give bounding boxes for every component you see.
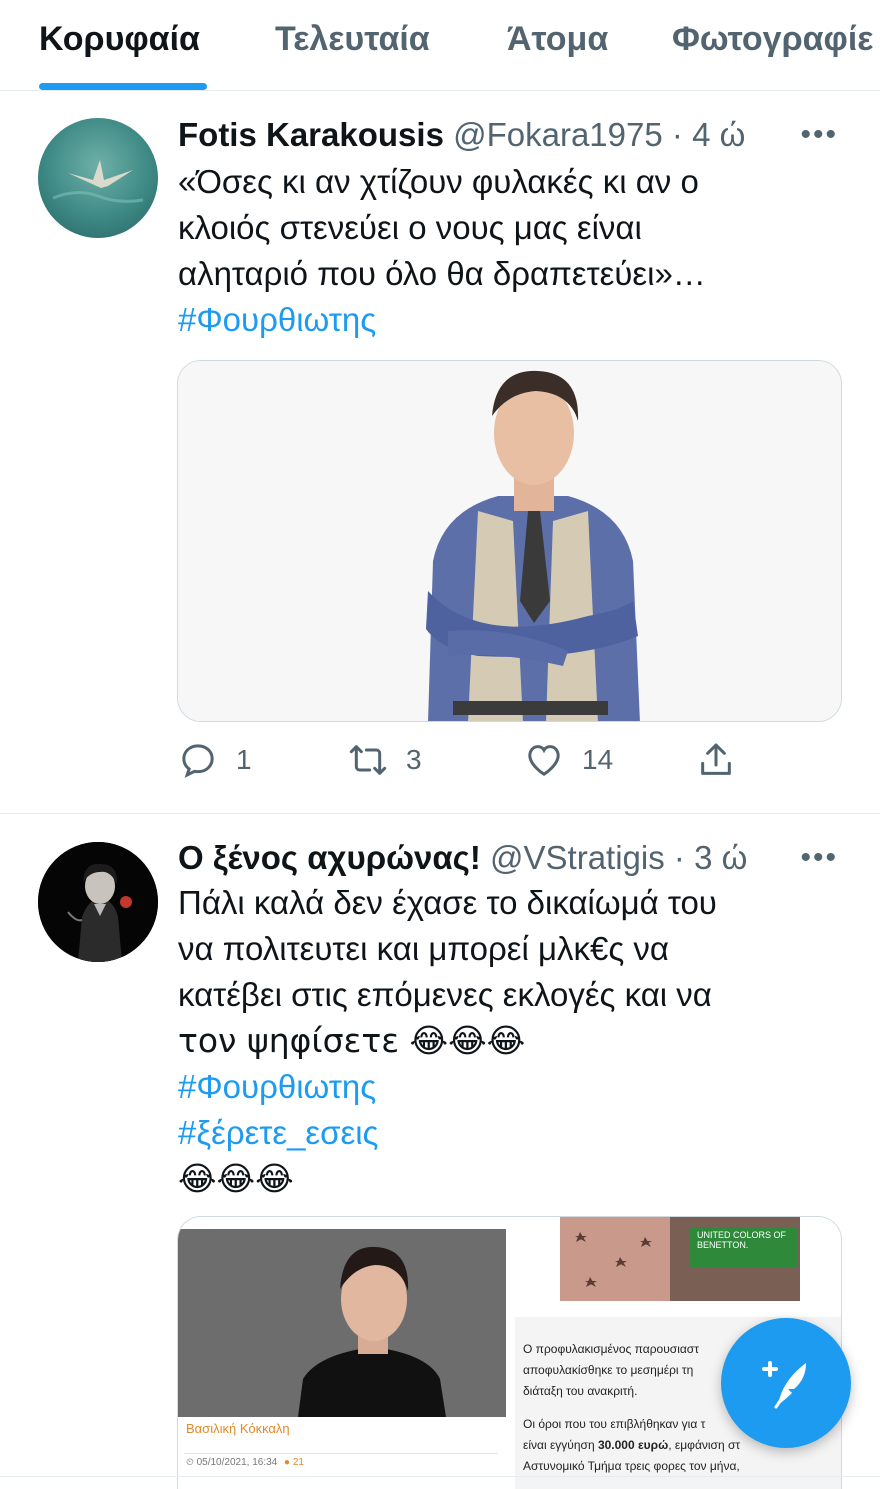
tab-people[interactable]: Άτομα bbox=[507, 20, 608, 59]
tweet-text-line: 😂😂😂 bbox=[178, 1159, 294, 1198]
tweet-text-line: «Όσες κι αν χτίζουν φυλακές κι αν ο bbox=[178, 163, 699, 200]
like-count: 14 bbox=[582, 744, 614, 775]
tweet-header: Ο ξένος αχυρώνας! @VStratigis · 3 ώ bbox=[178, 839, 747, 879]
retweet-button[interactable]: 3 bbox=[348, 740, 422, 780]
tab-top[interactable]: Κορυφαία bbox=[39, 20, 200, 59]
display-name[interactable]: Fotis Karakousis bbox=[178, 116, 444, 153]
active-tab-indicator bbox=[39, 83, 207, 90]
compose-tweet-icon bbox=[762, 1361, 806, 1409]
article-left-panel: Βασιλική Κόκκαλη ⏲ 05/10/2021, 16:34 ● 2… bbox=[178, 1217, 506, 1489]
bottom-divider bbox=[0, 1476, 880, 1477]
tweet-actions: 1 3 14 bbox=[178, 740, 738, 784]
tweet-text-line: να πολιτευτει και μπορεί μλκ€ς να bbox=[178, 930, 669, 967]
bail-amount: 30.000 ευρώ bbox=[597, 1438, 669, 1452]
tweet-text-line: τον ψηφίσετε 😂😂😂 bbox=[178, 1021, 526, 1060]
share-icon bbox=[701, 743, 731, 775]
tab-photos[interactable]: Φωτογραφίε bbox=[672, 20, 873, 59]
tweet-text: Πάλι καλά δεν έχασε το δικαίωμά του να π… bbox=[178, 880, 838, 1202]
article-rule bbox=[184, 1453, 498, 1454]
compose-tweet-button[interactable] bbox=[721, 1318, 851, 1448]
tweet-text-line: αλητα­ριό που όλο θα δραπετεύει»… bbox=[178, 255, 706, 292]
tweet[interactable]: Fotis Karakousis @Fokara1975 · 4 ώ ••• «… bbox=[0, 91, 880, 813]
reply-button[interactable]: 1 bbox=[178, 740, 252, 780]
share-button[interactable] bbox=[696, 740, 736, 780]
timestamp[interactable]: 3 ώ bbox=[694, 839, 747, 876]
retweet-count: 3 bbox=[406, 744, 422, 775]
hashtag-link[interactable]: #ξέρετε_εσεις bbox=[178, 1110, 838, 1156]
text-fragment: , εμφάνιση στ bbox=[668, 1438, 741, 1452]
tweet-text: «Όσες κι αν χτίζουν φυλακές κι αν ο κλοι… bbox=[178, 159, 838, 343]
tweet-text-line: κλοιός στενεύει ο νους μας είναι bbox=[178, 209, 642, 246]
separator: · bbox=[671, 116, 683, 153]
hashtag-link[interactable]: #Φουρθιωτης bbox=[178, 1064, 838, 1110]
tweet-text-line: Πάλι καλά δεν έχασε το δικαίωμά του bbox=[178, 884, 717, 921]
article-paragraph-line: Αστυνομικό Τμήμα τρεις φορες τον μήνα, bbox=[523, 1459, 740, 1473]
article-date: 05/10/2021, 16:34 bbox=[196, 1457, 278, 1468]
retweet-icon bbox=[349, 745, 387, 775]
tweet-header: Fotis Karakousis @Fokara1975 · 4 ώ bbox=[178, 116, 745, 156]
user-handle[interactable]: @Fokara1975 bbox=[453, 116, 663, 153]
display-name[interactable]: Ο ξένος αχυρώνας! bbox=[178, 839, 481, 876]
article-meta: ⏲ 05/10/2021, 16:34 ● 21 bbox=[186, 1457, 304, 1468]
separator: · bbox=[673, 839, 685, 876]
article-comments: 21 bbox=[292, 1457, 304, 1468]
tweet-photo[interactable] bbox=[177, 360, 842, 722]
avatar[interactable] bbox=[38, 842, 158, 962]
tab-latest[interactable]: Τελευταία bbox=[275, 20, 430, 59]
tweet-text-line: κατέβει στις επόμενες εκλογές και να bbox=[178, 976, 712, 1013]
article-author: Βασιλική Κόκκαλη bbox=[186, 1421, 290, 1436]
user-handle[interactable]: @VStratigis bbox=[490, 839, 665, 876]
clock-icon: ⏲ bbox=[186, 1457, 194, 1468]
avatar[interactable] bbox=[38, 118, 158, 238]
brand-logo-text: UNITED COLORS OF BENETTON. bbox=[697, 1230, 787, 1250]
timestamp[interactable]: 4 ώ bbox=[692, 116, 745, 153]
comment-icon: ● bbox=[284, 1457, 291, 1468]
like-button[interactable]: 14 bbox=[524, 740, 613, 780]
article-ad-area: UNITED COLORS OF BENETTON. bbox=[515, 1217, 841, 1317]
text-fragment: είναι εγγύηση bbox=[523, 1438, 598, 1452]
reply-icon bbox=[182, 744, 214, 778]
more-options-icon[interactable]: ••• bbox=[800, 841, 838, 875]
heart-icon bbox=[528, 745, 560, 776]
hashtag-link[interactable]: #Φουρθιωτης bbox=[178, 297, 838, 343]
more-options-icon[interactable]: ••• bbox=[800, 118, 838, 152]
search-tabs: Κορυφαία Τελευταία Άτομα Φωτογραφίε bbox=[0, 0, 880, 91]
reply-count: 1 bbox=[236, 744, 252, 775]
